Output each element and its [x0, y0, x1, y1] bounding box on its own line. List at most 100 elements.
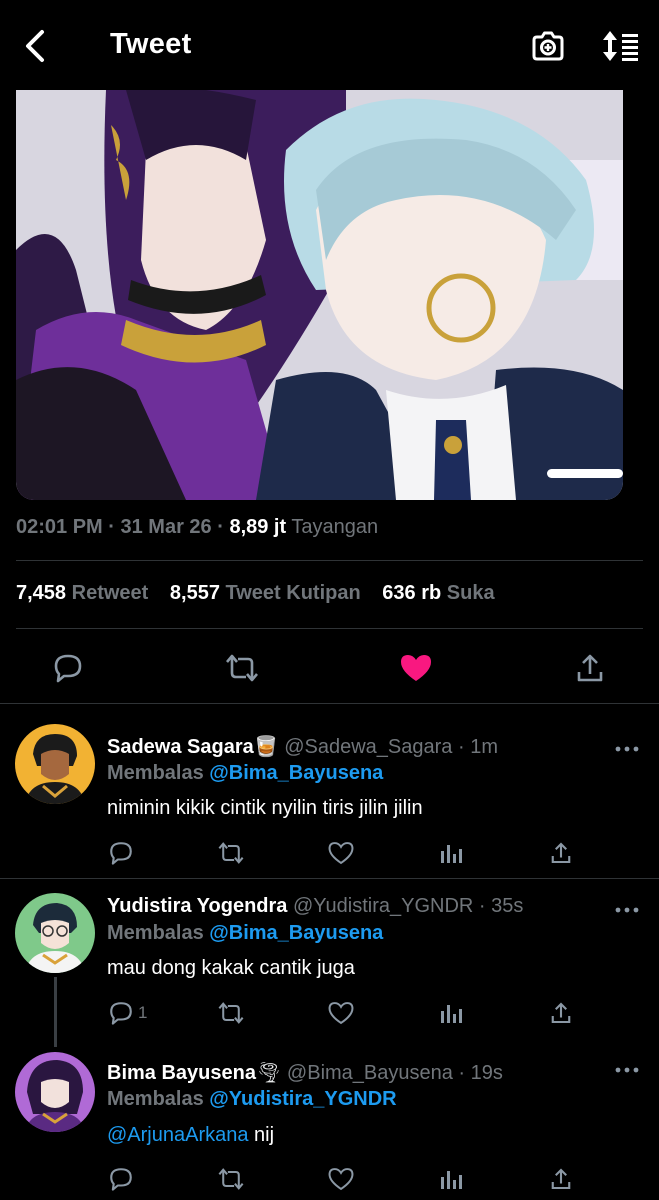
share-button[interactable]	[546, 1164, 576, 1194]
like-button[interactable]	[326, 998, 356, 1028]
like-button[interactable]	[326, 1164, 356, 1194]
likes-label[interactable]: Suka	[447, 582, 495, 604]
user-handle[interactable]: @Sadewa_Sagara	[284, 736, 452, 758]
quotes-count[interactable]: 8,557	[170, 582, 220, 604]
camera-button[interactable]	[530, 28, 566, 64]
camera-plus-icon	[532, 31, 564, 61]
name-emoji: 🌪	[255, 1062, 282, 1084]
reply-button[interactable]	[50, 650, 86, 686]
reply-button[interactable]	[106, 1164, 136, 1194]
like-button[interactable]	[326, 838, 356, 868]
replying-to: Membalas @Bima_Bayusena	[107, 922, 383, 945]
like-button[interactable]	[398, 650, 434, 686]
retweet-icon	[218, 1002, 244, 1024]
share-button[interactable]	[546, 838, 576, 868]
sort-replies-button[interactable]	[600, 28, 642, 64]
share-icon	[551, 1002, 571, 1024]
more-icon	[615, 907, 639, 913]
reply-icon	[110, 842, 132, 865]
separator: ·	[211, 516, 230, 538]
retweet-icon	[218, 1168, 244, 1190]
views-label: Tayangan	[291, 516, 379, 538]
reply-item[interactable]: Bima Bayusena🌪 @Bima_Bayusena · 19s Memb…	[0, 1040, 659, 1200]
replying-to: Membalas @Bima_Bayusena	[107, 762, 383, 785]
page-title: Tweet	[110, 28, 192, 60]
divider	[16, 560, 643, 561]
top-bar: Tweet	[0, 0, 659, 92]
retweets-label[interactable]: Retweet	[72, 582, 149, 604]
reply-header: Sadewa Sagara🥃 @Sadewa_Sagara · 1m	[107, 734, 498, 759]
display-name[interactable]: Sadewa Sagara	[107, 736, 254, 758]
reply-icon	[54, 654, 82, 683]
back-button[interactable]	[18, 28, 52, 64]
share-button[interactable]	[572, 650, 608, 686]
user-handle[interactable]: @Bima_Bayusena	[287, 1062, 453, 1084]
analytics-button[interactable]	[436, 838, 466, 868]
avatar[interactable]	[15, 893, 95, 973]
more-button[interactable]	[612, 903, 642, 917]
replying-mention[interactable]: @Bima_Bayusena	[209, 922, 383, 944]
retweet-button[interactable]	[216, 838, 246, 868]
retweet-icon	[218, 842, 244, 864]
analytics-icon	[441, 845, 462, 863]
separator: ·	[102, 516, 121, 538]
reply-icon	[110, 1002, 132, 1025]
reply-button[interactable]	[106, 998, 136, 1028]
avatar[interactable]	[15, 724, 95, 804]
heart-icon	[328, 1002, 354, 1025]
share-icon	[551, 842, 571, 864]
more-icon	[615, 1067, 639, 1073]
share-icon	[577, 654, 603, 682]
reply-text: niminin kikik cintik nyilin tiris jilin …	[107, 797, 423, 819]
replying-label: Membalas	[107, 922, 210, 944]
display-name[interactable]: Yudistira Yogendra	[107, 895, 287, 917]
replying-to: Membalas @Yudistira_YGNDR	[107, 1088, 397, 1111]
tweet-action-bar	[0, 640, 659, 696]
more-icon	[615, 746, 639, 752]
reply-header: Bima Bayusena🌪 @Bima_Bayusena · 19s	[107, 1060, 503, 1085]
reply-header: Yudistira Yogendra @Yudistira_YGNDR · 35…	[107, 895, 523, 918]
analytics-button[interactable]	[436, 1164, 466, 1194]
tweet-time: 02:01 PM	[16, 516, 103, 538]
retweets-count[interactable]: 7,458	[16, 582, 66, 604]
back-arrow-icon	[26, 30, 44, 62]
thread-connector	[54, 977, 57, 1047]
retweet-button[interactable]	[216, 1164, 246, 1194]
reply-time: · 35s	[473, 895, 524, 917]
reply-icon	[110, 1168, 132, 1191]
media-scrubber[interactable]	[547, 469, 623, 478]
display-name[interactable]: Bima Bayusena	[107, 1062, 256, 1084]
name-emoji: 🥃	[253, 736, 279, 758]
text-mention[interactable]: @ArjunaArkana	[107, 1124, 248, 1146]
analytics-button[interactable]	[436, 998, 466, 1028]
reply-text: @ArjunaArkana nij	[107, 1124, 274, 1147]
tweet-date: 31 Mar 26	[120, 516, 212, 538]
reply-item[interactable]: Sadewa Sagara🥃 @Sadewa_Sagara · 1m Memba…	[0, 704, 659, 878]
reply-time: · 1m	[452, 736, 498, 758]
retweet-button[interactable]	[216, 998, 246, 1028]
retweet-button[interactable]	[224, 650, 260, 686]
share-icon	[551, 1168, 571, 1190]
reply-button[interactable]	[106, 838, 136, 868]
user-handle[interactable]: @Yudistira_YGNDR	[293, 895, 473, 917]
text-body: nij	[248, 1124, 275, 1146]
heart-icon	[328, 842, 354, 865]
share-button[interactable]	[546, 998, 576, 1028]
replying-mention[interactable]: @Bima_Bayusena	[209, 762, 383, 784]
quotes-label[interactable]: Tweet Kutipan	[226, 582, 361, 604]
reply-text: mau dong kakak cantik juga	[107, 957, 355, 979]
more-button[interactable]	[612, 1063, 642, 1077]
sort-icon	[603, 31, 638, 61]
likes-count[interactable]: 636 rb	[382, 582, 441, 604]
replying-label: Membalas	[107, 762, 210, 784]
more-button[interactable]	[612, 742, 642, 756]
views-count: 8,89 jt	[229, 516, 287, 538]
heart-icon	[328, 1168, 354, 1191]
avatar[interactable]	[15, 1052, 95, 1132]
replying-mention[interactable]: @Yudistira_YGNDR	[209, 1088, 396, 1110]
tweet-media-image[interactable]	[16, 90, 623, 500]
replying-label: Membalas	[107, 1088, 210, 1110]
reply-count: 1	[138, 1003, 148, 1022]
reply-item[interactable]: Yudistira Yogendra @Yudistira_YGNDR · 35…	[0, 879, 659, 1047]
heart-icon	[401, 655, 431, 681]
